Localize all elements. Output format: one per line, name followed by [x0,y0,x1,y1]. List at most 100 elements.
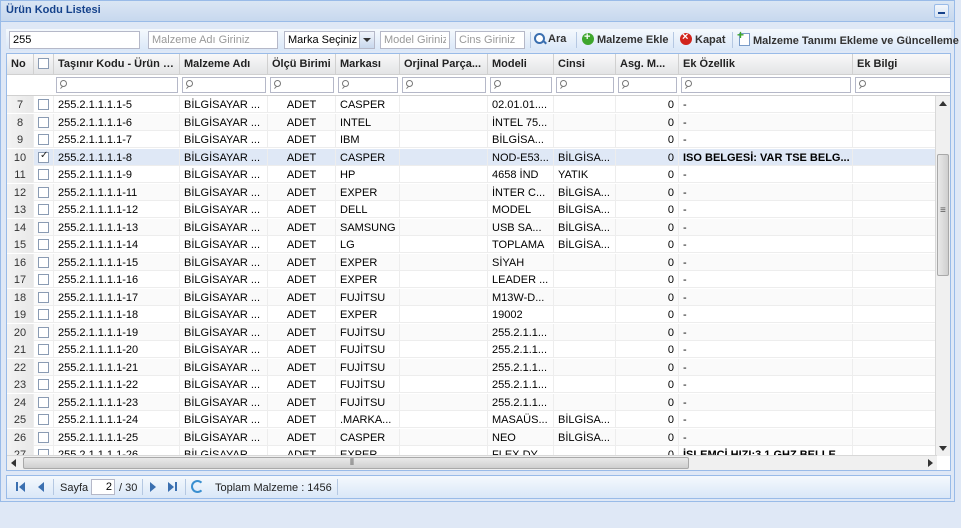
row-select-checkbox[interactable] [38,309,49,320]
filter-input-code[interactable] [56,77,178,93]
column-header-info[interactable]: Ek Bilgi [853,54,950,74]
filter-input-orig[interactable] [402,77,486,93]
column-header-orig[interactable]: Orjinal Parça... [400,54,488,74]
row-number: 12 [7,183,34,201]
search-button[interactable]: Ara [534,33,566,47]
next-page-icon[interactable] [147,481,159,493]
table-row[interactable]: 11 255.2.1.1.1.1-9 BİLGİSAYAR ... ADET HP 465… [7,166,937,183]
cell-original-part [400,236,488,253]
chevron-down-icon[interactable] [359,32,374,48]
row-select-checkbox[interactable] [38,379,49,390]
row-select-checkbox[interactable] [38,221,49,233]
table-row[interactable]: 9 255.2.1.1.1.1-7 BİLGİSAYAR ... ADET IBM BİL… [7,131,937,148]
row-checkbox [34,306,54,323]
brand-select[interactable]: Marka Seçiniz [284,31,375,49]
table-row[interactable]: 22 255.2.1.1.1.1-21 BİLGİSAYAR ... ADET FUJİ… [7,358,937,376]
table-row[interactable]: 18 255.2.1.1.1.1-17 BİLGİSAYAR ... ADET FUJİ… [7,288,937,306]
table-row[interactable]: 14 255.2.1.1.1.1-13 BİLGİSAYAR ... ADET SAMS… [7,218,937,236]
scroll-up-icon[interactable] [939,101,947,106]
row-select-checkbox[interactable] [38,186,49,198]
column-header-brand[interactable]: Markası [336,54,400,74]
cell-extra-feature: - [679,376,853,393]
collapse-icon[interactable] [934,4,949,18]
row-select-checkbox[interactable] [38,414,49,425]
cell-material-name: BİLGİSAYAR ... [180,358,268,376]
row-checkbox [34,166,54,183]
column-header-checked[interactable] [34,54,54,74]
page-number-input[interactable] [91,479,115,495]
table-row[interactable]: 16 255.2.1.1.1.1-15 BİLGİSAYAR ... ADET EXPE… [7,253,937,271]
row-select-checkbox[interactable] [38,150,49,163]
row-select-checkbox[interactable] [38,431,49,443]
row-select-checkbox[interactable] [38,274,49,285]
filter-input-info[interactable] [855,77,950,93]
filter-input-model[interactable] [490,77,552,93]
row-select-checkbox[interactable] [38,134,49,145]
row-select-checkbox[interactable] [38,169,49,180]
cell-brand: CASPER [336,148,400,166]
table-row[interactable]: 7 255.2.1.1.1.1-5 BİLGİSAYAR ... ADET CASPER… [7,96,937,113]
column-header-model[interactable]: Modeli [488,54,554,74]
cell-min-stock: 0 [616,428,679,446]
table-row[interactable]: 12 255.2.1.1.1.1-11 BİLGİSAYAR ... ADET EXPE… [7,183,937,201]
filter-input-extra[interactable] [681,77,851,93]
column-header-type[interactable]: Cinsi [554,54,616,74]
table-row[interactable]: 20 255.2.1.1.1.1-19 BİLGİSAYAR ... ADET FUJİ… [7,323,937,341]
filter-input-brand[interactable] [338,77,398,93]
table-row[interactable]: 21 255.2.1.1.1.1-20 BİLGİSAYAR ... ADET FUJİ… [7,341,937,358]
table-row[interactable]: 23 255.2.1.1.1.1-22 BİLGİSAYAR ... ADET FUJİ… [7,376,937,393]
column-header-unit[interactable]: Ölçü Birimi [268,54,336,74]
column-header-extra[interactable]: Ek Özellik [679,54,853,74]
scroll-right-icon[interactable] [928,459,933,467]
horizontal-scroll-thumb[interactable] [23,457,689,469]
add-material-button[interactable]: Malzeme Ekle [582,31,669,47]
column-header-min[interactable]: Asg. M... [616,54,679,74]
column-header-no[interactable]: No [7,54,34,74]
filter-input-min[interactable] [618,77,677,93]
first-page-icon[interactable] [16,481,28,493]
cell-min-stock: 0 [616,393,679,411]
row-select-checkbox[interactable] [38,239,49,250]
define-material-button[interactable]: Malzeme Tanımı Ekleme ve Güncelleme [737,28,959,47]
row-select-checkbox[interactable] [38,361,49,373]
type-input[interactable] [455,31,525,49]
scroll-down-icon[interactable] [939,446,947,451]
row-select-checkbox[interactable] [38,116,49,128]
row-select-checkbox[interactable] [38,344,49,355]
table-row[interactable]: 26 255.2.1.1.1.1-25 BİLGİSAYAR ... ADET CASP… [7,428,937,446]
vertical-scrollbar[interactable] [935,96,950,456]
prev-page-icon[interactable] [35,481,47,493]
row-select-checkbox[interactable] [38,396,49,408]
row-select-checkbox[interactable] [38,256,49,268]
close-button[interactable]: Kapat [680,31,726,47]
column-header-code[interactable]: Taşınır Kodu - Ürün Kodu [54,54,180,74]
scroll-left-icon[interactable] [11,459,16,467]
cell-original-part [400,341,488,358]
cell-extra-info [853,166,937,183]
column-header-name[interactable]: Malzeme Adı [180,54,268,74]
filter-input-name[interactable] [182,77,266,93]
table-row[interactable]: 13 255.2.1.1.1.1-12 BİLGİSAYAR ... ADET DELL… [7,201,937,218]
table-row[interactable]: 10 255.2.1.1.1.1-8BİLGİSAYAR ...ADETCASPE… [7,148,937,166]
cell-unit: ADET [268,376,336,393]
filter-input-type[interactable] [556,77,614,93]
select-all-checkbox[interactable] [38,58,49,69]
vertical-scroll-thumb[interactable] [937,154,949,276]
table-row[interactable]: 15 255.2.1.1.1.1-14 BİLGİSAYAR ... ADET LG TO… [7,236,937,253]
table-row[interactable]: 25 255.2.1.1.1.1-24 BİLGİSAYAR ... ADET .MAR… [7,411,937,428]
table-row[interactable]: 8 255.2.1.1.1.1-6 BİLGİSAYAR ... ADET INTEL İ… [7,113,937,131]
row-select-checkbox[interactable] [38,204,49,215]
last-page-icon[interactable] [166,481,178,493]
model-input[interactable] [380,31,450,49]
row-select-checkbox[interactable] [38,291,49,303]
row-select-checkbox[interactable] [38,99,49,110]
refresh-icon[interactable] [191,480,204,493]
horizontal-scrollbar[interactable] [7,455,937,470]
table-row[interactable]: 19 255.2.1.1.1.1-18 BİLGİSAYAR ... ADET EXPE… [7,306,937,323]
product-code-input[interactable] [9,31,140,49]
row-select-checkbox[interactable] [38,326,49,338]
table-row[interactable]: 17 255.2.1.1.1.1-16 BİLGİSAYAR ... ADET EXPE… [7,271,937,288]
table-row[interactable]: 24 255.2.1.1.1.1-23 BİLGİSAYAR ... ADET FUJİ… [7,393,937,411]
material-name-input[interactable] [148,31,278,49]
filter-input-unit[interactable] [270,77,334,93]
